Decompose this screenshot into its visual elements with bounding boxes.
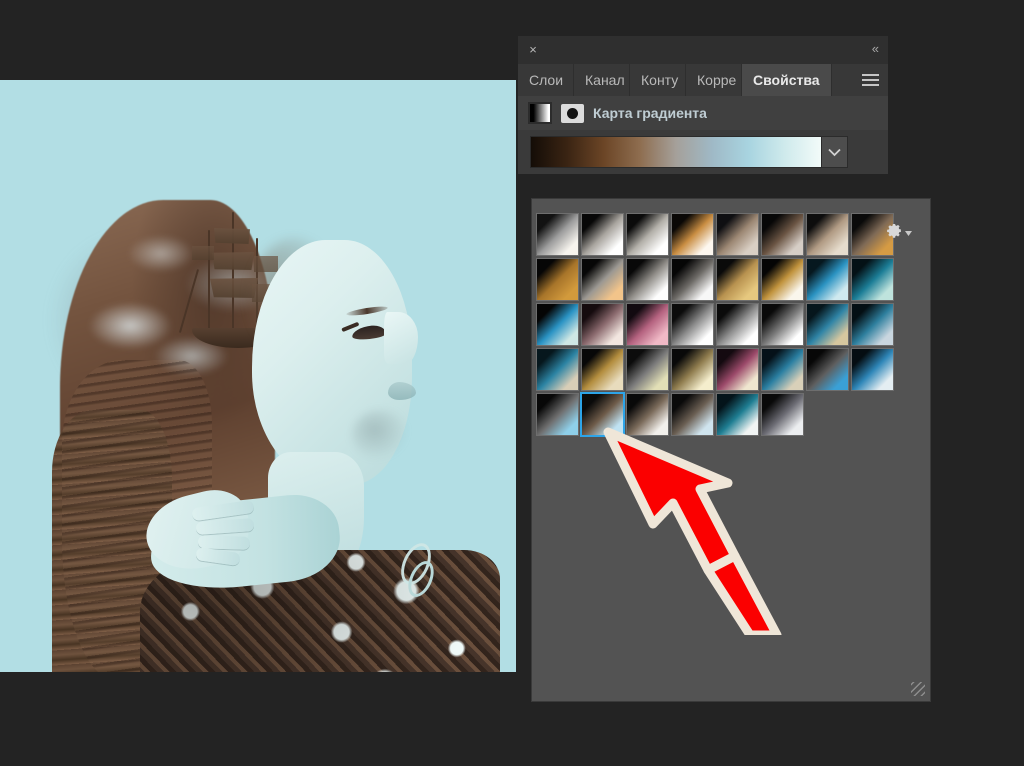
- chevron-down-icon[interactable]: [821, 137, 847, 167]
- gradient-swatch[interactable]: [581, 213, 624, 256]
- tab-adjustments[interactable]: Корре: [686, 64, 742, 96]
- gradient-swatch[interactable]: [671, 258, 714, 301]
- gradient-swatch[interactable]: [761, 213, 804, 256]
- gradient-row: [518, 130, 888, 174]
- gradient-swatch[interactable]: [581, 348, 624, 391]
- tab-layers[interactable]: Слои: [518, 64, 574, 96]
- gradient-swatch[interactable]: [851, 258, 894, 301]
- panel-titlebar[interactable]: × «: [518, 36, 888, 64]
- panel-tabstrip: Слои Канал Конту Корре Свойства: [518, 64, 888, 96]
- layer-mask-icon[interactable]: [561, 104, 584, 123]
- gradient-preview-control[interactable]: [530, 136, 848, 168]
- gradient-swatch[interactable]: [851, 303, 894, 346]
- gear-icon[interactable]: [886, 221, 912, 239]
- gradient-preview-bar[interactable]: [531, 137, 821, 167]
- gradient-swatch[interactable]: [671, 213, 714, 256]
- screenshot-root: × « Слои Канал Конту Корре Свойства Карт…: [0, 0, 1024, 766]
- gradient-swatch[interactable]: [671, 348, 714, 391]
- tab-properties[interactable]: Свойства: [742, 64, 832, 96]
- gradient-picker-popup[interactable]: [531, 198, 931, 702]
- collapse-panel-icon[interactable]: «: [872, 41, 878, 56]
- gradient-swatch[interactable]: [761, 303, 804, 346]
- gradient-swatch[interactable]: [671, 393, 714, 436]
- gradient-swatch[interactable]: [806, 258, 849, 301]
- properties-panel: × « Слои Канал Конту Корре Свойства Карт…: [518, 36, 888, 174]
- gradient-swatch[interactable]: [716, 348, 759, 391]
- panel-menu-icon[interactable]: [852, 64, 888, 96]
- gradient-swatch[interactable]: [671, 303, 714, 346]
- chin-shading: [352, 410, 408, 460]
- lips: [388, 382, 416, 400]
- gradient-swatch[interactable]: [761, 393, 804, 436]
- gradient-swatch[interactable]: [716, 393, 759, 436]
- tab-channels[interactable]: Канал: [574, 64, 630, 96]
- gradient-swatch[interactable]: [536, 393, 579, 436]
- adjustment-title: Карта градиента: [593, 105, 707, 121]
- double-exposure-photo: [0, 80, 516, 672]
- gradient-swatch[interactable]: [806, 213, 849, 256]
- gradient-swatch[interactable]: [761, 348, 804, 391]
- gradient-swatch[interactable]: [806, 348, 849, 391]
- document-canvas[interactable]: [0, 80, 516, 672]
- gradient-swatch[interactable]: [626, 258, 669, 301]
- gradient-swatch-area: [534, 207, 916, 447]
- gradient-swatch[interactable]: [536, 213, 579, 256]
- gradient-swatch[interactable]: [581, 393, 624, 436]
- gradient-swatch[interactable]: [716, 303, 759, 346]
- gradient-swatch-grid[interactable]: [536, 213, 896, 438]
- adjustment-header: Карта градиента: [518, 96, 888, 130]
- gradient-swatch[interactable]: [581, 303, 624, 346]
- gradient-swatch[interactable]: [761, 258, 804, 301]
- gradient-swatch[interactable]: [626, 303, 669, 346]
- gradient-swatch[interactable]: [581, 258, 624, 301]
- gradient-swatch[interactable]: [716, 258, 759, 301]
- gradient-swatch[interactable]: [626, 348, 669, 391]
- gradient-swatch[interactable]: [536, 258, 579, 301]
- gradient-thumbnail-icon[interactable]: [528, 102, 552, 124]
- gradient-swatch[interactable]: [626, 213, 669, 256]
- resize-grip-icon[interactable]: [911, 682, 925, 696]
- nose: [384, 312, 418, 364]
- gradient-swatch[interactable]: [851, 348, 894, 391]
- tab-paths[interactable]: Конту: [630, 64, 686, 96]
- gradient-swatch[interactable]: [806, 303, 849, 346]
- gradient-swatch[interactable]: [536, 348, 579, 391]
- gradient-swatch[interactable]: [716, 213, 759, 256]
- close-icon[interactable]: ×: [526, 43, 540, 57]
- gradient-swatch[interactable]: [626, 393, 669, 436]
- gradient-swatch[interactable]: [536, 303, 579, 346]
- caret-down-icon: [905, 231, 912, 236]
